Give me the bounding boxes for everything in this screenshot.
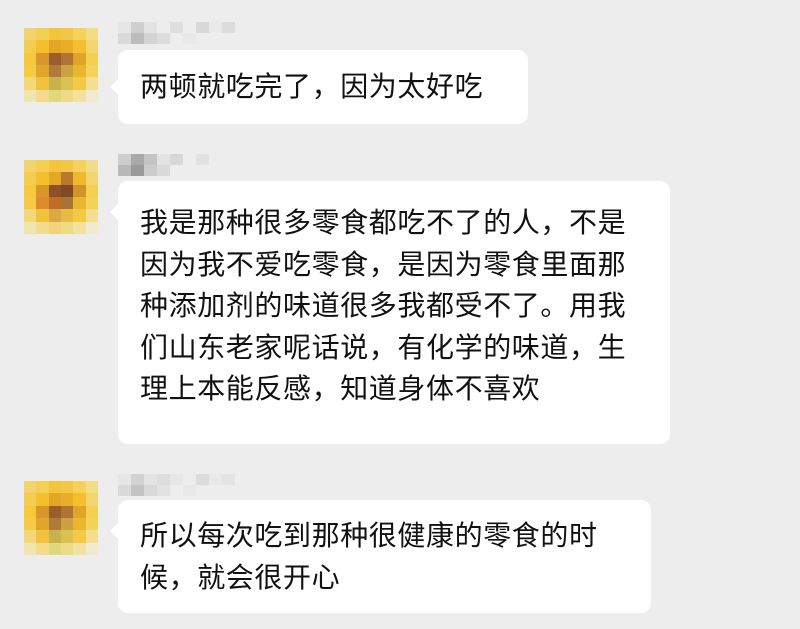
message-text: 所以每次吃到那种很健康的零食的时候，就会很开心 — [140, 519, 598, 594]
sender-name-blurred — [118, 474, 235, 496]
message-bubble[interactable]: 我是那种很多零食都吃不了的人，不是因为我不爱吃零食，是因为零食里面那种添加剂的味… — [110, 181, 670, 444]
message-bubble[interactable]: 两顿就吃完了，因为太好吃 — [110, 50, 528, 124]
message-text: 我是那种很多零食都吃不了的人，不是因为我不爱吃零食，是因为零食里面那种添加剂的味… — [140, 206, 627, 405]
sender-avatar[interactable] — [24, 160, 98, 234]
sender-name-blurred — [118, 154, 235, 176]
sender-avatar[interactable] — [24, 481, 98, 555]
sender-name-blurred — [118, 22, 235, 44]
message-bubble[interactable]: 所以每次吃到那种很健康的零食的时候，就会很开心 — [110, 500, 651, 613]
message-text: 两顿就吃完了，因为太好吃 — [140, 70, 484, 103]
sender-avatar[interactable] — [24, 28, 98, 102]
